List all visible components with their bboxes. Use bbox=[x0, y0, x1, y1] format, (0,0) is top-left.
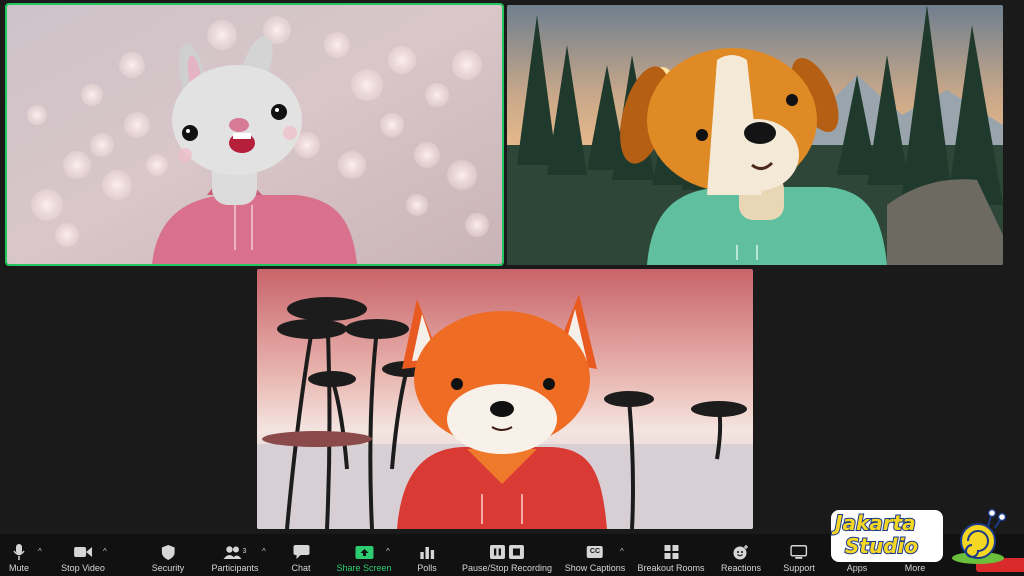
mute-options-chevron-icon[interactable]: ^ bbox=[38, 547, 42, 556]
microphone-icon bbox=[13, 544, 25, 560]
pause-recording-icon[interactable] bbox=[490, 545, 505, 559]
polls-button[interactable]: Polls bbox=[417, 541, 437, 573]
recording-control: Pause/Stop Recording bbox=[462, 541, 552, 573]
show-captions-label: Show Captions bbox=[564, 563, 626, 573]
share-screen-label: Share Screen bbox=[336, 563, 392, 573]
stop-video-label: Stop Video bbox=[61, 563, 105, 573]
video-options-chevron-icon[interactable]: ^ bbox=[103, 547, 107, 556]
show-captions-button[interactable]: CC Show Captions bbox=[564, 541, 626, 573]
closed-captions-icon: CC bbox=[586, 546, 604, 558]
video-tile-fox[interactable] bbox=[257, 269, 753, 529]
chat-button[interactable]: Chat bbox=[291, 541, 311, 573]
captions-options-chevron-icon[interactable]: ^ bbox=[620, 547, 624, 556]
jakarta-studio-watermark: Jakarta Studio bbox=[831, 508, 1006, 566]
watermark-line1: Jakarta bbox=[834, 511, 917, 535]
stop-recording-icon[interactable] bbox=[509, 545, 524, 559]
share-screen-icon bbox=[354, 545, 373, 559]
recording-label: Pause/Stop Recording bbox=[461, 563, 553, 573]
breakout-rooms-button[interactable]: Breakout Rooms bbox=[637, 541, 705, 573]
participants-button[interactable]: 3 Participants bbox=[211, 541, 259, 573]
support-label: Support bbox=[783, 563, 815, 573]
participants-options-chevron-icon[interactable]: ^ bbox=[262, 547, 266, 556]
video-camera-icon bbox=[74, 547, 92, 557]
participants-icon bbox=[223, 545, 242, 559]
breakout-rooms-label: Breakout Rooms bbox=[637, 563, 705, 573]
participants-label: Participants bbox=[211, 563, 259, 573]
support-button[interactable]: Support bbox=[783, 541, 815, 573]
chat-icon bbox=[292, 545, 309, 559]
share-options-chevron-icon[interactable]: ^ bbox=[386, 547, 390, 556]
polls-label: Polls bbox=[417, 563, 437, 573]
watermark-line2: Studio bbox=[844, 534, 919, 558]
video-tile-dog[interactable] bbox=[507, 5, 1003, 265]
breakout-rooms-icon bbox=[664, 545, 678, 559]
mute-label: Mute bbox=[8, 563, 30, 573]
shield-icon bbox=[161, 544, 175, 560]
reactions-smiley-icon bbox=[733, 545, 748, 560]
share-screen-button[interactable]: Share Screen bbox=[336, 541, 392, 573]
reactions-label: Reactions bbox=[720, 563, 762, 573]
security-label: Security bbox=[151, 563, 185, 573]
reactions-button[interactable]: Reactions bbox=[721, 541, 761, 573]
polls-icon bbox=[419, 547, 434, 559]
bunny-avatar-scene bbox=[7, 5, 502, 264]
snail-mascot-icon bbox=[952, 508, 1006, 564]
participants-count: 3 bbox=[242, 548, 247, 555]
dog-avatar-scene bbox=[507, 5, 1003, 265]
security-button[interactable]: Security bbox=[151, 541, 185, 573]
video-tile-bunny[interactable] bbox=[5, 3, 504, 266]
support-monitor-icon bbox=[790, 545, 808, 559]
chat-label: Chat bbox=[291, 563, 311, 573]
mute-button[interactable]: Mute bbox=[9, 541, 29, 573]
fox-avatar-scene bbox=[257, 269, 753, 529]
stop-video-button[interactable]: Stop Video bbox=[61, 541, 105, 573]
